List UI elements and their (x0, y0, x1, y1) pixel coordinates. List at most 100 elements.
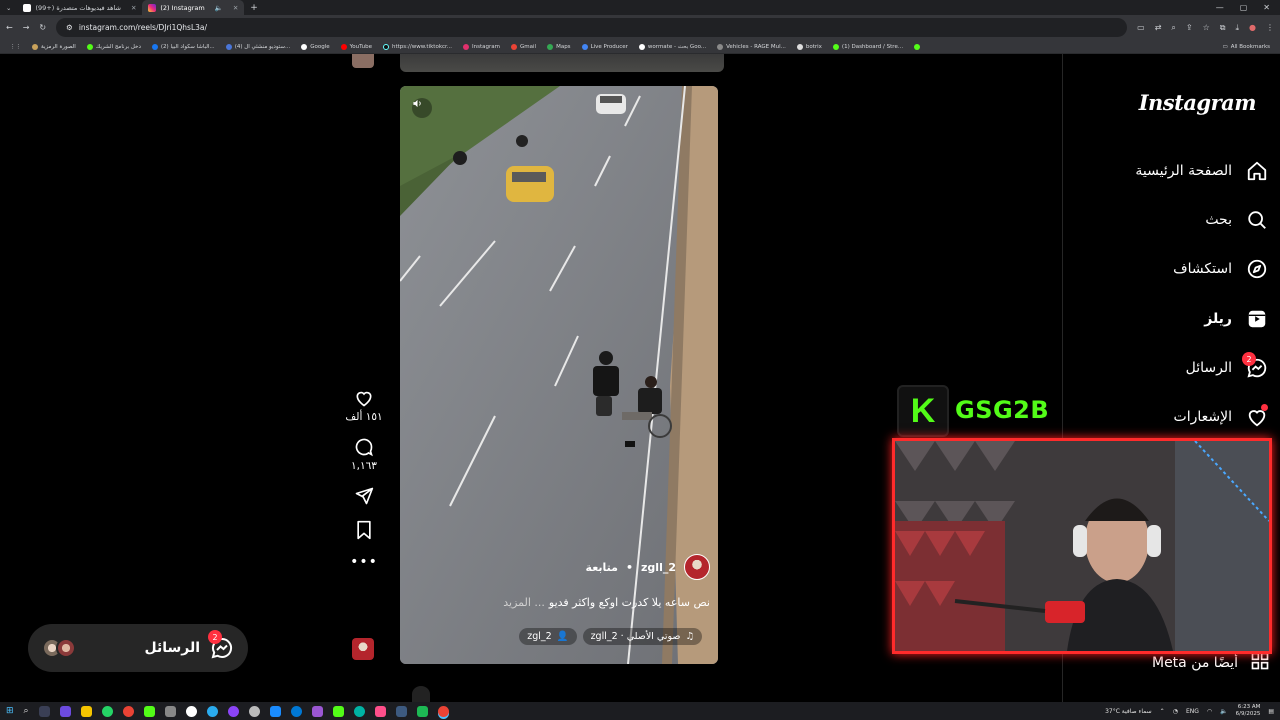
sound-toggle[interactable] (412, 98, 432, 118)
whatsapp-icon[interactable] (101, 705, 113, 717)
copilot-icon[interactable] (59, 705, 71, 717)
new-tab-button[interactable]: + (244, 3, 264, 13)
app-icon[interactable] (353, 705, 365, 717)
tab-youtube[interactable]: (99+) شاهد فيديوهات متصدرة ✕ (17, 0, 142, 15)
instagram-logo[interactable]: Instagram (1139, 90, 1257, 115)
close-tab-icon[interactable]: ✕ (233, 4, 238, 12)
app-icon[interactable] (395, 705, 407, 717)
comment-button[interactable]: ١,١٦٣ (351, 437, 377, 472)
translate-icon[interactable]: ⇄ (1155, 23, 1162, 33)
bookmark-item[interactable]: Live Producer (581, 43, 628, 50)
bookmark-item[interactable]: Maps (547, 43, 571, 50)
app-icon[interactable] (416, 705, 428, 717)
app-icon[interactable] (185, 705, 197, 717)
calculator-icon[interactable] (164, 705, 176, 717)
bookmark-item[interactable]: YouTube (340, 43, 372, 50)
skype-icon[interactable] (269, 705, 281, 717)
bookmark-item[interactable]: Instagram (463, 43, 500, 50)
next-reel-preview[interactable] (412, 686, 430, 702)
maximize-icon[interactable]: ▢ (1240, 3, 1248, 12)
zoom-icon[interactable]: ⌕ (1171, 23, 1175, 33)
bookmark-item[interactable]: Google (301, 43, 330, 50)
bookmark-item[interactable]: botrix (796, 43, 822, 50)
save-button[interactable] (355, 520, 373, 540)
sidebar-item-explore[interactable]: استكشاف (1173, 253, 1270, 285)
caption-more[interactable]: ... المزيد (503, 596, 545, 609)
more-options-button[interactable]: ••• (350, 554, 378, 570)
bookmark-item[interactable] (914, 43, 921, 50)
back-icon[interactable]: ← (6, 23, 13, 32)
messages-pill[interactable]: الرسائل 2 (28, 624, 248, 672)
file-explorer-icon[interactable] (80, 705, 92, 717)
reload-icon[interactable]: ↻ (39, 23, 46, 32)
bookmark-item[interactable]: wormate - بحث Goo... (638, 43, 706, 50)
minimize-icon[interactable]: — (1216, 3, 1224, 12)
chrome-icon[interactable] (122, 705, 134, 717)
close-tab-icon[interactable]: ✕ (131, 4, 136, 12)
address-bar[interactable]: ⚙ instagram.com/reels/DJri1QhsL3a/ (56, 18, 1128, 37)
apps-icon[interactable]: ⋮⋮ (10, 44, 21, 50)
previous-reel-preview[interactable] (400, 54, 724, 72)
site-info-icon[interactable]: ⚙ (66, 23, 73, 32)
wifi-icon[interactable]: ◠ (1207, 708, 1212, 715)
premiere-icon[interactable] (311, 705, 323, 717)
audio-source-avatar[interactable] (352, 638, 374, 660)
task-view-icon[interactable] (38, 705, 50, 717)
start-icon[interactable]: ⊞ (6, 706, 14, 716)
forward-icon[interactable]: → (23, 23, 30, 32)
profile-icon[interactable]: ● (1249, 23, 1256, 33)
edge-icon[interactable] (290, 705, 302, 717)
kick-app-icon[interactable] (143, 705, 155, 717)
audio-pill[interactable]: ♫ صوتي الأصلي · 2_zgll (582, 628, 702, 645)
extensions-icon[interactable]: ⧉ (1220, 23, 1226, 33)
downloads-icon[interactable]: ⤓ (1235, 23, 1239, 33)
network-icon[interactable]: ◔ (1173, 708, 1178, 715)
kick-app-icon[interactable] (332, 705, 344, 717)
close-window-icon[interactable]: ✕ (1263, 3, 1270, 12)
bookmark-item[interactable]: دخل برنامج الشريك (86, 43, 141, 50)
notification-center-icon[interactable]: ▤ (1268, 708, 1274, 715)
share-button[interactable] (354, 486, 374, 506)
sidebar-item-messages[interactable]: 2 الرسائل (1186, 352, 1270, 384)
follow-button[interactable]: متابعة (586, 561, 618, 574)
all-bookmarks[interactable]: ▭ All Bookmarks (1223, 44, 1271, 50)
bookmark-item[interactable]: (1) Dashboard / Stre... (832, 43, 903, 50)
rage-favicon-icon (717, 43, 724, 50)
menu-icon[interactable]: ⋮ (1266, 23, 1274, 33)
volume-icon[interactable]: 🔈 (1220, 708, 1227, 715)
app-icon[interactable] (374, 705, 386, 717)
chrome-active-icon[interactable] (437, 705, 449, 717)
share-icon[interactable]: ⇪ (1186, 23, 1193, 33)
tray-overflow-icon[interactable]: ⌃ (1160, 708, 1165, 715)
like-button[interactable]: ١٥١ ألف (345, 388, 383, 423)
clock[interactable]: 6:23 AM 6/9/2025 (1236, 704, 1261, 718)
author-username[interactable]: 2_zgll (641, 561, 676, 574)
bookmark-item[interactable]: (4) ستوديو منشئي ال... (225, 43, 290, 50)
tagged-user-pill[interactable]: 👤 2_zgl (519, 628, 577, 645)
tab-list-button[interactable]: ⌄ (0, 0, 17, 15)
mute-tab-icon[interactable]: 🔈 (215, 4, 223, 12)
sidebar-item-notifications[interactable]: الإشعارات (1174, 401, 1270, 433)
reel-video[interactable]: 2_zgll • متابعة نص ساعه يلا كدرت اوكع وا… (400, 86, 718, 664)
bookmark-item[interactable]: Gmail (511, 43, 536, 50)
app-icon[interactable] (227, 705, 239, 717)
bookmark-item[interactable]: https://www.tiktokcr... (382, 43, 452, 50)
steam-icon[interactable] (248, 705, 260, 717)
cast-icon[interactable]: ▭ (1137, 23, 1145, 33)
bookmark-star-icon[interactable]: ☆ (1203, 23, 1210, 33)
bookmark-item[interactable]: (2) الباشا سكواد البيا... (151, 43, 215, 50)
bookmark-item[interactable]: Vehicles - RAGE Mul... (717, 43, 786, 50)
sidebar-item-meta[interactable]: أيضًا من Meta (1152, 651, 1270, 675)
author-avatar[interactable] (684, 554, 710, 580)
reel-caption[interactable]: نص ساعه يلا كدرت اوكع واكثر فديو... المز… (503, 596, 710, 609)
sidebar-item-search[interactable]: بحث (1205, 204, 1270, 236)
weather-widget[interactable]: 37°C سماء صافية (1105, 708, 1152, 715)
sidebar-item-home[interactable]: الصفحة الرئيسية (1135, 155, 1270, 187)
bookmark-item[interactable]: الصورة الرمزية (32, 43, 76, 50)
sidebar-item-reels[interactable]: ريلز (1204, 303, 1270, 335)
language-indicator[interactable]: ENG (1186, 708, 1199, 715)
telegram-icon[interactable] (206, 705, 218, 717)
previous-reel-avatar[interactable] (352, 54, 374, 68)
taskbar-search-icon[interactable]: ⌕ (24, 706, 29, 716)
tab-instagram[interactable]: (2) Instagram 🔈 ✕ (142, 0, 245, 15)
